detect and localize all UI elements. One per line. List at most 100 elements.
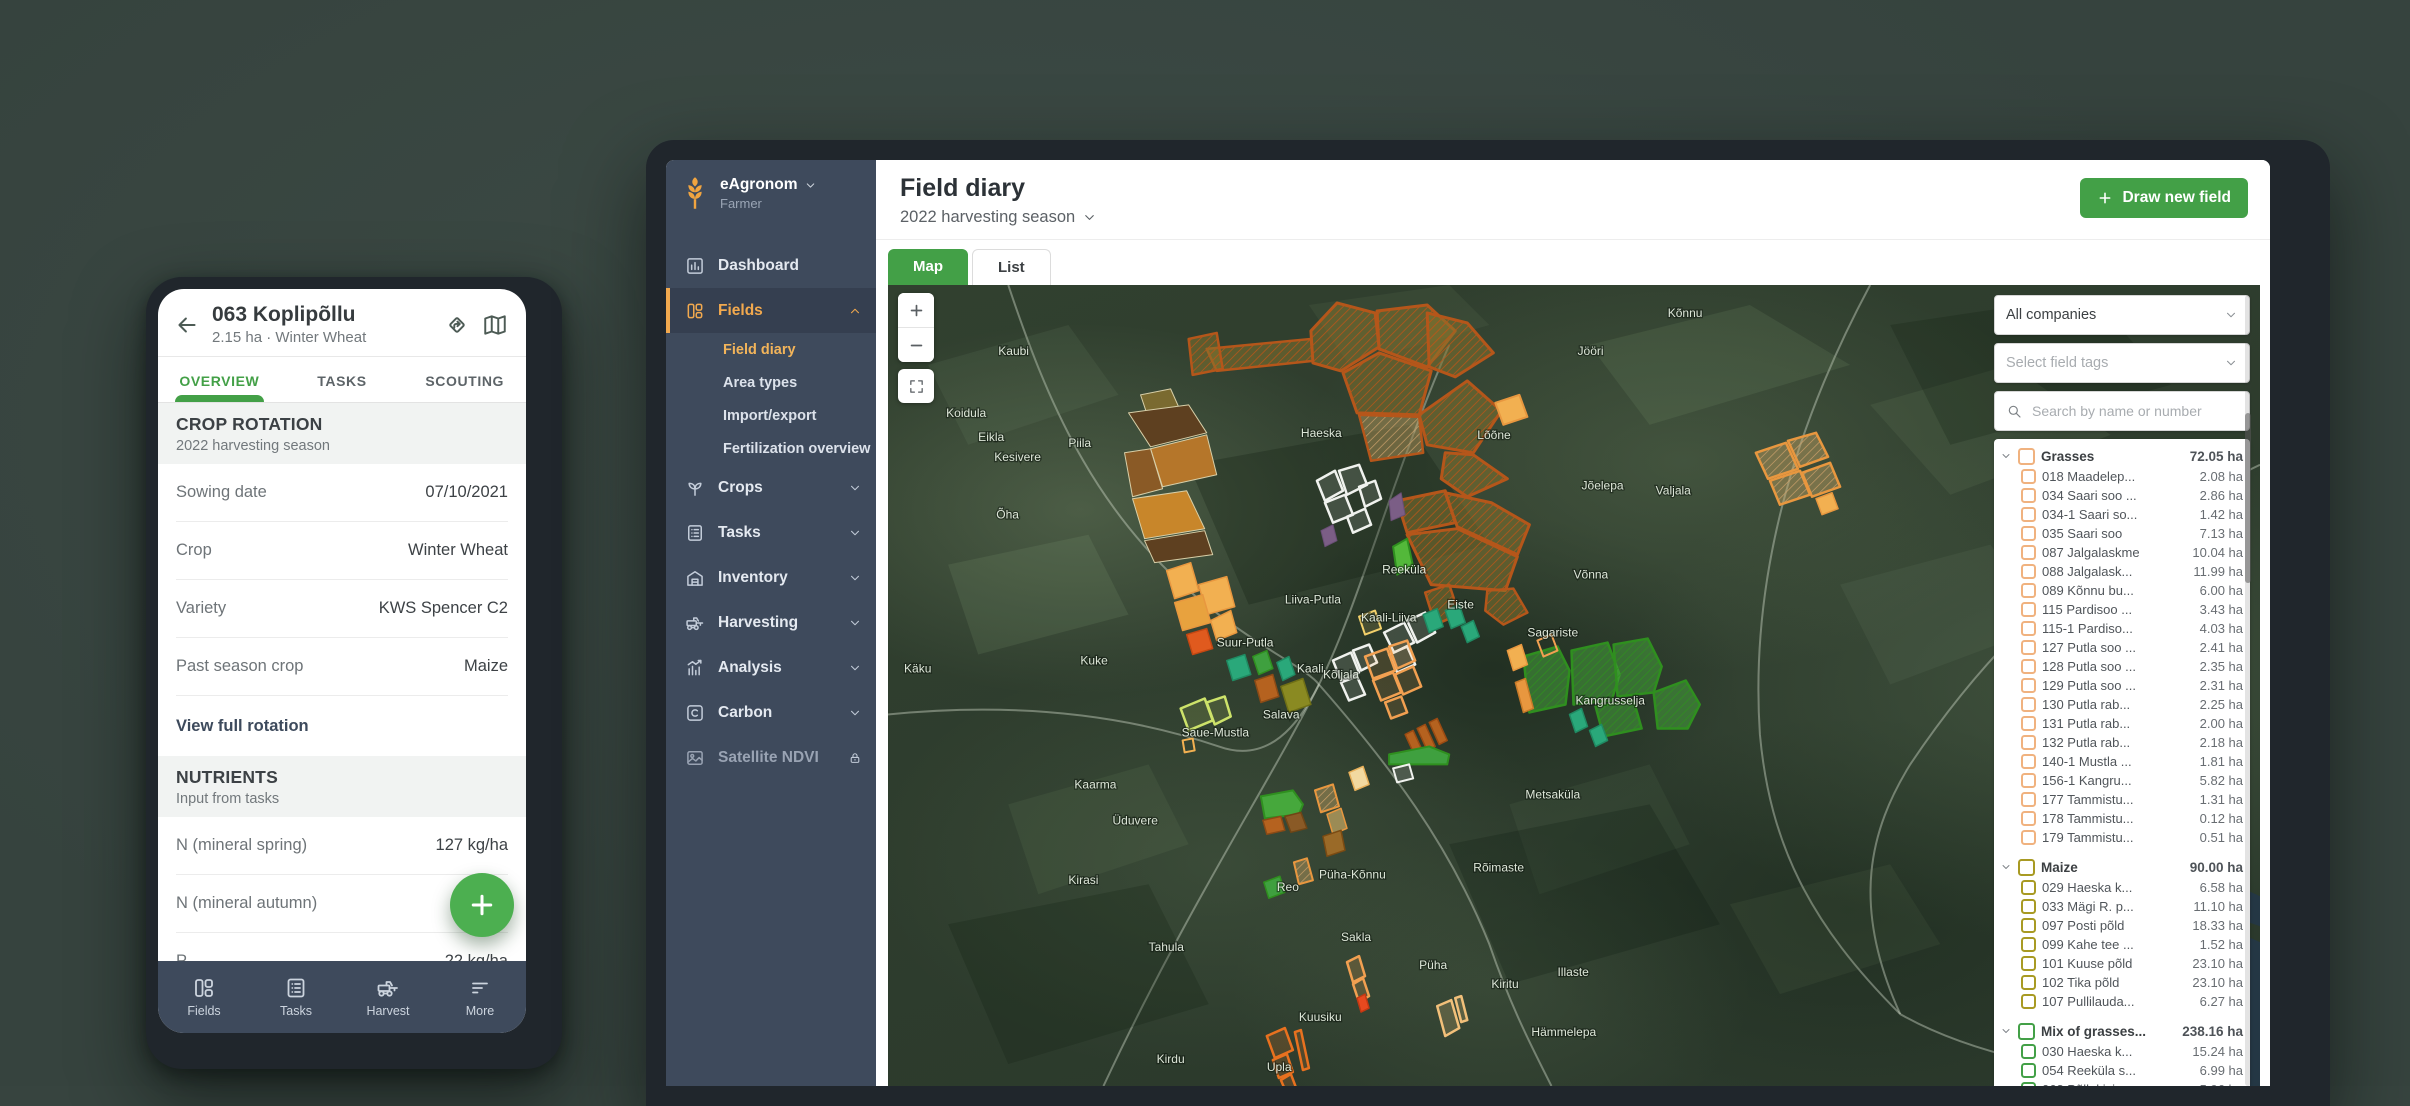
search-input[interactable] [2030, 402, 2238, 420]
field-polygon[interactable] [1485, 589, 1527, 625]
field-polygon[interactable] [1349, 766, 1369, 790]
tab-list[interactable]: List [972, 249, 1051, 285]
sidebar-subitem-field-diary[interactable]: Field diary [666, 333, 876, 366]
field-checkbox[interactable] [2021, 716, 2036, 731]
field-checkbox[interactable] [2021, 956, 2036, 971]
field-row[interactable]: 088 Jalgalask...11.99 ha [2000, 562, 2243, 581]
field-checkbox[interactable] [2021, 545, 2036, 560]
field-row[interactable]: 131 Putla rab...2.00 ha [2000, 714, 2243, 733]
field-polygon[interactable] [1816, 493, 1838, 515]
sidebar-item-harvesting[interactable]: Harvesting [666, 600, 876, 645]
field-checkbox[interactable] [2021, 564, 2036, 579]
field-polygon[interactable] [1295, 1030, 1309, 1070]
field-checkbox[interactable] [2021, 507, 2036, 522]
nav-item-harvest[interactable]: Harvest [342, 961, 434, 1033]
draw-new-field-button[interactable]: Draw new field [2080, 178, 2248, 218]
view-full-rotation-link[interactable]: View full rotation [176, 696, 508, 756]
company-filter-select[interactable]: All companies [1994, 295, 2250, 335]
group-checkbox[interactable] [2018, 448, 2035, 465]
sidebar-item-crops[interactable]: Crops [666, 465, 876, 510]
field-polygon[interactable] [1315, 784, 1339, 812]
field-polygon[interactable] [1495, 395, 1527, 425]
sidebar-item-fields[interactable]: Fields [666, 288, 876, 333]
nav-item-fields[interactable]: Fields [158, 961, 250, 1033]
field-checkbox[interactable] [2021, 1063, 2036, 1078]
field-polygon[interactable] [1654, 681, 1700, 729]
field-row[interactable]: 089 Kõnnu bu...6.00 ha [2000, 581, 2243, 600]
field-checkbox[interactable] [2021, 697, 2036, 712]
field-row[interactable]: 127 Putla soo ...2.41 ha [2000, 638, 2243, 657]
sidebar-item-analysis[interactable]: Analysis [666, 645, 876, 690]
field-row[interactable]: 068 Põllukivi-...5.96 ha [2000, 1080, 2243, 1086]
field-row[interactable]: 130 Putla rab...2.25 ha [2000, 695, 2243, 714]
field-polygon[interactable] [1263, 816, 1285, 834]
field-checkbox[interactable] [2021, 469, 2036, 484]
field-row[interactable]: 034-1 Saari so...1.42 ha [2000, 505, 2243, 524]
field-row[interactable]: 018 Maadelep...2.08 ha [2000, 467, 2243, 486]
season-selector[interactable]: 2022 harvesting season [900, 208, 1097, 227]
field-checkbox[interactable] [2021, 602, 2036, 617]
field-polygon[interactable] [1227, 655, 1251, 681]
sidebar-subitem-area-types[interactable]: Area types [666, 366, 876, 399]
field-checkbox[interactable] [2021, 526, 2036, 541]
field-polygon[interactable] [1393, 764, 1413, 782]
field-polygon[interactable] [1590, 305, 1851, 425]
field-checkbox[interactable] [2021, 773, 2036, 788]
field-row[interactable]: 115 Pardisoo ...3.43 ha [2000, 600, 2243, 619]
add-button-fab[interactable] [450, 873, 514, 937]
phone-tab-overview[interactable]: OVERVIEW [158, 357, 281, 402]
crop-group-header[interactable]: Grasses72.05 ha [2000, 445, 2243, 467]
field-polygon[interactable] [1277, 657, 1295, 681]
field-row[interactable]: 030 Haeska k...15.24 ha [2000, 1042, 2243, 1061]
field-checkbox[interactable] [2021, 811, 2036, 826]
sidebar-subitem-fertilization-overview[interactable]: Fertilization overview [666, 432, 876, 465]
group-checkbox[interactable] [2018, 859, 2035, 876]
field-polygon[interactable] [1253, 651, 1273, 675]
field-row[interactable]: 178 Tammistu...0.12 ha [2000, 809, 2243, 828]
field-row[interactable]: 035 Saari soo7.13 ha [2000, 524, 2243, 543]
phone-tab-tasks[interactable]: TASKS [281, 357, 404, 402]
field-row[interactable]: 099 Kahe tee ...1.52 ha [2000, 935, 2243, 954]
nav-item-tasks[interactable]: Tasks [250, 961, 342, 1033]
field-polygon[interactable] [1730, 864, 1940, 994]
field-polygon[interactable] [1183, 738, 1195, 752]
zoom-out-button[interactable] [898, 328, 934, 362]
crop-group-header[interactable]: Maize90.00 ha [2000, 856, 2243, 878]
sidebar-item-dashboard[interactable]: Dashboard [666, 243, 876, 288]
brand-switcher[interactable]: eAgronom Farmer [666, 160, 876, 221]
sidebar-item-inventory[interactable]: Inventory [666, 555, 876, 600]
field-polygon[interactable] [1359, 415, 1423, 461]
field-row[interactable]: 029 Haeska k...6.58 ha [2000, 878, 2243, 897]
field-polygon[interactable] [1569, 708, 1587, 732]
field-polygon[interactable] [1187, 629, 1213, 655]
sidebar-item-satellite-ndvi[interactable]: Satellite NDVI [666, 735, 876, 780]
field-polygon[interactable] [1323, 830, 1345, 856]
phone-tab-scouting[interactable]: SCOUTING [403, 357, 526, 402]
field-polygon[interactable] [1507, 645, 1527, 671]
field-checkbox[interactable] [2021, 754, 2036, 769]
group-checkbox[interactable] [2018, 1023, 2035, 1040]
field-checkbox[interactable] [2021, 678, 2036, 693]
field-row[interactable]: 179 Tammistu...0.51 ha [2000, 828, 2243, 847]
field-checkbox[interactable] [2021, 488, 2036, 503]
field-row[interactable]: 054 Reeküla s...6.99 ha [2000, 1061, 2243, 1080]
field-row[interactable]: 128 Putla soo ...2.35 ha [2000, 657, 2243, 676]
field-checkbox[interactable] [2021, 621, 2036, 636]
field-checkbox[interactable] [2021, 735, 2036, 750]
field-checkbox[interactable] [2021, 975, 2036, 990]
field-row[interactable]: 129 Putla soo ...2.31 ha [2000, 676, 2243, 695]
field-polygon[interactable] [1327, 808, 1347, 834]
map[interactable]: KaubiKoidulaEiklaKesiverePiilaÕhaKäkuKuk… [888, 285, 2260, 1086]
field-checkbox[interactable] [2021, 918, 2036, 933]
field-polygon[interactable] [1255, 675, 1279, 703]
field-row[interactable]: 101 Kuuse põld23.10 ha [2000, 954, 2243, 973]
field-polygon[interactable] [948, 884, 1209, 1064]
tab-map[interactable]: Map [888, 249, 968, 285]
crop-group-header[interactable]: Mix of grasses...238.16 ha [2000, 1020, 2243, 1042]
field-checkbox[interactable] [2021, 880, 2036, 895]
field-row[interactable]: 107 Pullilauda...6.27 ha [2000, 992, 2243, 1011]
field-polygon[interactable] [1133, 491, 1205, 539]
field-checkbox[interactable] [2021, 640, 2036, 655]
field-polygon[interactable] [1614, 639, 1662, 697]
nav-item-more[interactable]: More [434, 961, 526, 1033]
